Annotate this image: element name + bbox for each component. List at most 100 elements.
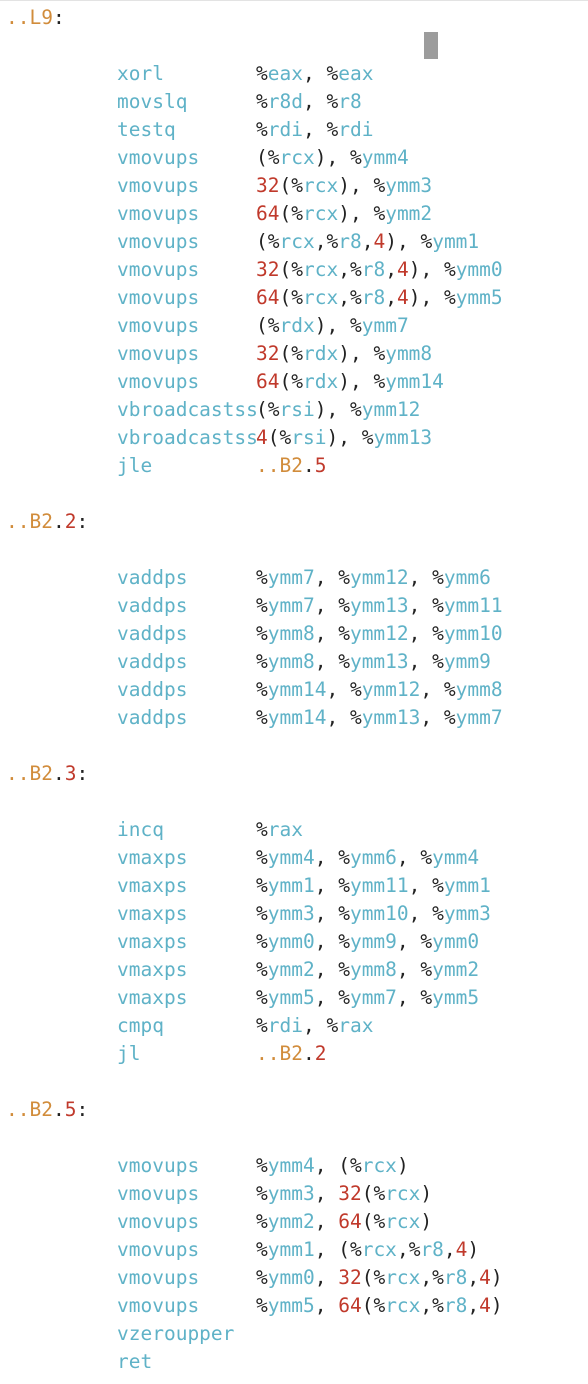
punctuation: ,: [361, 230, 374, 253]
register-sigil: %: [338, 622, 350, 645]
immediate-number: 4: [373, 230, 386, 253]
register-name: rsi: [279, 398, 315, 421]
label-name: B2: [29, 762, 53, 785]
instruction-operands: %ymm14, %ymm13, %ymm7: [256, 706, 503, 729]
punctuation: (: [256, 398, 268, 421]
register-name: ymm11: [349, 874, 409, 897]
register-name: ymm8: [267, 650, 315, 673]
code-instruction-line: xorl %eax, %eax: [6, 60, 586, 88]
assembly-code-view[interactable]: ..L9: xorl %eax, %eax movslq %r8d, %r8 testq…: [6, 4, 586, 1376]
instruction-mnemonic: jle: [117, 454, 153, 477]
register-sigil: %: [256, 986, 268, 1009]
code-label-line: ..B2.5:: [6, 1096, 586, 1124]
instruction-mnemonic: vmovups: [117, 1210, 200, 1233]
code-label-line: ..B2.3:: [6, 760, 586, 788]
code-instruction-line: jle ..B2.5: [6, 452, 586, 480]
punctuation: ,: [314, 930, 339, 953]
register-name: ymm4: [267, 846, 315, 869]
instruction-mnemonic: vmovups: [117, 1294, 200, 1317]
punctuation: ),: [408, 258, 444, 281]
punctuation: ): [420, 1210, 433, 1233]
punctuation: ,: [396, 986, 421, 1009]
register-name: rcx: [302, 174, 339, 197]
instruction-mnemonic: vmaxps: [117, 958, 188, 981]
register-name: r8: [338, 90, 362, 113]
punctuation: ),: [408, 286, 444, 309]
punctuation: ,: [314, 1210, 339, 1233]
register-sigil: %: [256, 566, 268, 589]
register-sigil: %: [338, 902, 350, 925]
code-instruction-line: vbroadcastss(%rsi), %ymm12: [6, 396, 586, 424]
instruction-mnemonic: jl: [117, 1042, 141, 1065]
label-separator: .: [52, 762, 65, 785]
punctuation: ): [467, 1238, 480, 1261]
code-instruction-line: vmaxps %ymm4, %ymm6, %ymm4: [6, 844, 586, 872]
instruction-operands: %ymm7, %ymm13, %ymm11: [256, 594, 503, 617]
register-name: rcx: [302, 202, 339, 225]
register-sigil: %: [373, 1210, 386, 1233]
code-instruction-line: vmaxps %ymm5, %ymm7, %ymm5: [6, 984, 586, 1012]
register-name: rcx: [385, 1210, 421, 1233]
instruction-mnemonic: vaddps: [117, 650, 188, 673]
register-name: r8: [443, 1294, 468, 1317]
register-name: ymm14: [267, 678, 327, 701]
punctuation: ,: [314, 1182, 339, 1205]
instruction-mnemonic: vaddps: [117, 678, 188, 701]
instruction-operands: %ymm8, %ymm12, %ymm10: [256, 622, 503, 645]
label-number: 2: [64, 510, 77, 533]
code-instruction-line: vmaxps %ymm2, %ymm8, %ymm2: [6, 956, 586, 984]
punctuation: ,: [408, 622, 433, 645]
register-name: rdx: [302, 370, 339, 393]
register-name: rdi: [338, 118, 374, 141]
instruction-operands: ..B2.2: [256, 1042, 326, 1065]
punctuation: ): [396, 1154, 409, 1177]
register-sigil: %: [373, 202, 386, 225]
punctuation: ,: [302, 118, 327, 141]
punctuation: (: [279, 258, 292, 281]
register-name: ymm2: [267, 958, 315, 981]
instruction-mnemonic: vaddps: [117, 594, 188, 617]
punctuation: ,: [420, 1266, 433, 1289]
register-name: rcx: [302, 258, 339, 281]
instruction-operands: (%rdx), %ymm7: [256, 314, 409, 337]
register-sigil: %: [256, 958, 268, 981]
code-instruction-line: vaddps %ymm8, %ymm12, %ymm10: [6, 620, 586, 648]
top-border: [0, 0, 588, 1]
label-number: 5: [64, 1098, 77, 1121]
instruction-operands: %ymm2, %ymm8, %ymm2: [256, 958, 479, 981]
punctuation: (: [361, 1266, 374, 1289]
punctuation: ),: [385, 230, 421, 253]
register-name: ymm3: [267, 1182, 315, 1205]
register-name: ymm14: [267, 706, 327, 729]
punctuation: ,: [314, 594, 339, 617]
register-name: ymm7: [455, 706, 503, 729]
register-name: ymm9: [349, 930, 397, 953]
label-colon: :: [76, 762, 89, 785]
register-name: rax: [338, 1014, 374, 1037]
register-name: rcx: [361, 1238, 397, 1261]
punctuation: ): [490, 1266, 503, 1289]
register-sigil: %: [373, 1294, 386, 1317]
label-dots: ..: [6, 762, 30, 785]
instruction-operands: %ymm1, (%rcx,%r8,4): [256, 1238, 479, 1261]
label-colon: :: [52, 6, 65, 29]
instruction-mnemonic: vmovups: [117, 146, 200, 169]
register-name: r8: [443, 1266, 468, 1289]
instruction-operands: 64(%rcx,%r8,4), %ymm5: [256, 286, 503, 309]
instruction-operands: %ymm7, %ymm12, %ymm6: [256, 566, 491, 589]
code-instruction-line: ret: [6, 1348, 586, 1376]
register-name: ymm4: [267, 1154, 315, 1177]
register-name: ymm3: [443, 902, 491, 925]
text-cursor: [424, 32, 438, 59]
register-name: ymm13: [349, 650, 409, 673]
immediate-number: 64: [256, 370, 280, 393]
punctuation: ,: [314, 986, 339, 1009]
instruction-mnemonic: vmovups: [117, 202, 200, 225]
punctuation: (: [267, 426, 280, 449]
label-dots: ..: [256, 1042, 280, 1065]
punctuation: ),: [338, 202, 374, 225]
instruction-operands: %ymm5, 64(%rcx,%r8,4): [256, 1294, 503, 1317]
code-instruction-line: cmpq %rdi, %rax: [6, 1012, 586, 1040]
